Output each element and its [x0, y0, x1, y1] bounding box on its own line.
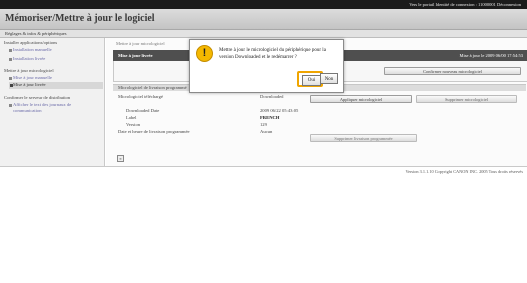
sidebar-heading-install: Installer applications/options [4, 40, 58, 45]
sidebar-item-delivered-update[interactable]: Mise à jour livrée [9, 82, 103, 89]
sidebar-item-manual-update[interactable]: Mise à jour manuelle [13, 75, 52, 80]
row-label-version: Version [126, 122, 141, 127]
page-title: Mémoriser/Mettre à jour le logiciel [5, 13, 155, 24]
row-value-downloaded: Downloaded [260, 94, 284, 99]
sidebar-heading-update: Mettre à jour micrologiciel [4, 68, 54, 73]
row-label-downloaded: Micrologiciel téléchargé [118, 94, 163, 99]
top-links[interactable]: Vers le portail Identité de connexion : … [409, 2, 521, 7]
bullet-icon [9, 49, 12, 52]
row-value-version: 129 [260, 122, 267, 127]
section-title: Micrologiciel de livraison programmé [118, 85, 187, 90]
sidebar-item-logs[interactable]: Afficher le text des journaux de communi… [13, 102, 93, 113]
bullet-icon [9, 58, 12, 61]
confirm-firmware-button[interactable]: Confirmer nouveau micrologiciel [384, 67, 521, 75]
row-label-label: Label [126, 115, 137, 120]
panel-date: Mise à jour le 2009 06/00 17:54:53 [459, 53, 524, 58]
collapse-icon[interactable]: ≡ [117, 155, 124, 162]
warning-icon: ! [196, 45, 213, 62]
sidebar-item-manual-install[interactable]: Installation manuelle [13, 47, 52, 52]
row-value-label: FRENCH [260, 115, 280, 120]
top-bar: Vers le portail Identité de connexion : … [0, 0, 527, 9]
row-value-schedule: Aucun [260, 129, 273, 134]
row-label-date: Downloaded Date [126, 108, 160, 113]
delete-firmware-button[interactable]: Supprimer micrologiciel [416, 95, 517, 103]
dialog-message: Mettre à jour le micrologiciel du périph… [219, 48, 326, 60]
breadcrumb[interactable]: Réglages & infos & périphériques [5, 31, 67, 36]
bullet-icon [10, 84, 13, 87]
title-bar: Mémoriser/Mettre à jour le logiciel [0, 9, 527, 30]
bullet-icon [9, 104, 12, 107]
bullet-icon [9, 77, 12, 80]
sidebar-item-label: Mise à jour livrée [13, 82, 46, 87]
row-label-schedule: Date et heure de livraison programmée [118, 129, 190, 134]
no-button[interactable]: Non [320, 73, 338, 84]
apply-firmware-button[interactable]: Appliquer micrologiciel [310, 95, 412, 103]
panel-title: Mise à jour livrée [118, 53, 153, 58]
content-breadcrumb: Mettre à jour micrologiciel [116, 41, 165, 46]
delete-schedule-button[interactable]: Supprimer livraison programmée [310, 134, 417, 142]
sidebar-heading-server: Confirmer le serveur de distribution [4, 95, 71, 100]
row-value-date: 2009 06/22 05:43:05 [260, 108, 299, 113]
breadcrumb-bar: Réglages & infos & périphériques [0, 30, 527, 38]
yes-button[interactable]: Oui [302, 75, 321, 86]
sidebar-item-delivered-install[interactable]: Installation livrée [13, 56, 45, 61]
footer-copyright: Version 3.1.1.10 Copyright CANON INC. 20… [405, 169, 523, 174]
footer-divider [0, 166, 527, 167]
